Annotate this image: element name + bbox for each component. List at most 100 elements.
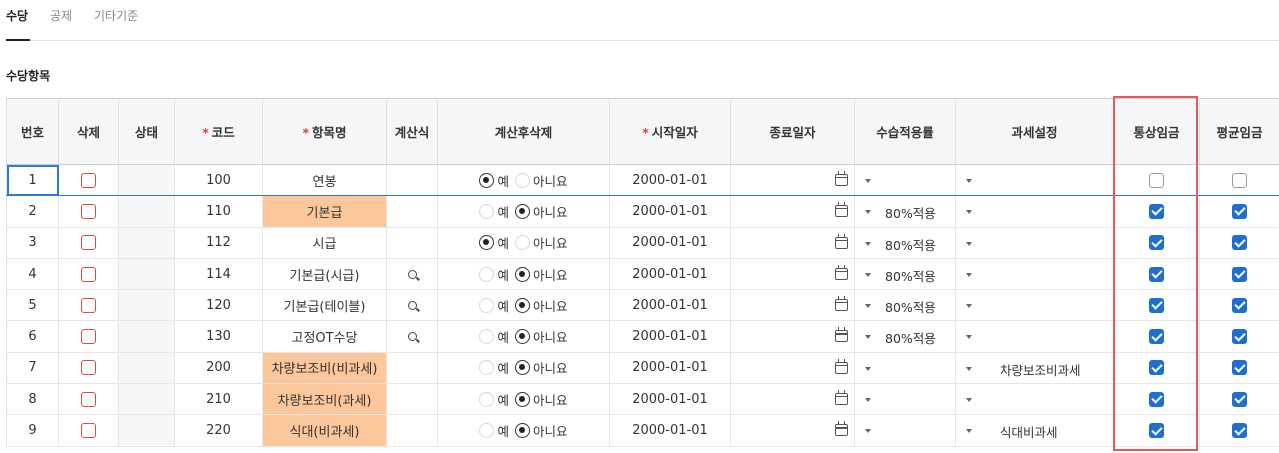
trainee-rate-dropdown[interactable]: 80%적용 <box>854 195 956 228</box>
item-name-cell[interactable]: 연봉 <box>262 164 387 197</box>
radio-yes-button[interactable] <box>479 203 495 219</box>
table-row[interactable]: 7 200 차량보조비(비과세) 예 아니요 2000-01-01 차량보조비과세 <box>6 352 1279 385</box>
code-cell[interactable]: 200 <box>174 352 263 385</box>
end-date-cell[interactable] <box>730 164 855 197</box>
ordinary-wage-checkbox[interactable] <box>1149 235 1164 251</box>
header-delete[interactable]: 삭제 <box>58 98 119 165</box>
radio-yes-button[interactable] <box>479 391 495 407</box>
radio-yes-button[interactable] <box>479 360 495 376</box>
code-cell[interactable]: 110 <box>174 195 263 228</box>
radio-no[interactable]: 아니요 <box>515 233 568 252</box>
end-date-cell[interactable] <box>730 195 855 228</box>
code-cell[interactable]: 114 <box>174 258 263 291</box>
ordinary-wage-checkbox[interactable] <box>1149 172 1164 188</box>
radio-no[interactable]: 아니요 <box>515 296 568 315</box>
calendar-icon[interactable] <box>835 202 848 218</box>
start-date-cell[interactable]: 2000-01-01 <box>609 289 731 322</box>
item-name-cell[interactable]: 차량보조비(비과세) <box>262 352 387 385</box>
code-cell[interactable]: 220 <box>174 414 263 447</box>
trainee-rate-dropdown[interactable] <box>854 383 956 416</box>
item-name-cell[interactable]: 기본급(시급) <box>262 258 387 291</box>
average-wage-checkbox[interactable] <box>1232 423 1247 439</box>
radio-no-button[interactable] <box>515 391 530 407</box>
tab-other-criteria[interactable]: 기타기준 <box>94 7 138 24</box>
item-name-cell[interactable]: 기본급(테이블) <box>262 289 387 322</box>
tax-setting-dropdown[interactable] <box>955 258 1114 291</box>
radio-yes-button[interactable] <box>479 235 495 251</box>
radio-no-button[interactable] <box>515 266 530 282</box>
tax-setting-dropdown[interactable] <box>955 289 1114 322</box>
tax-setting-dropdown[interactable]: 식대비과세 <box>955 414 1114 447</box>
header-item-name[interactable]: * 항목명 <box>262 98 387 165</box>
start-date-cell[interactable]: 2000-01-01 <box>609 383 731 416</box>
table-row[interactable]: 5 120 기본급(테이블) 예 아니요 2000-01-01 80%적용 <box>6 289 1279 322</box>
delete-checkbox[interactable] <box>81 391 96 407</box>
radio-yes-button[interactable] <box>479 329 495 345</box>
header-formula[interactable]: 계산식 <box>386 98 438 165</box>
header-end-date[interactable]: 종료일자 <box>730 98 855 165</box>
radio-yes-button[interactable] <box>479 172 495 188</box>
start-date-cell[interactable]: 2000-01-01 <box>609 352 731 385</box>
table-row[interactable]: 4 114 기본급(시급) 예 아니요 2000-01-01 80%적용 <box>6 258 1279 291</box>
average-wage-checkbox[interactable] <box>1232 266 1247 282</box>
code-cell[interactable]: 120 <box>174 289 263 322</box>
search-icon[interactable] <box>407 269 417 279</box>
ordinary-wage-checkbox[interactable] <box>1149 266 1164 282</box>
calendar-icon[interactable] <box>835 390 848 406</box>
code-cell[interactable]: 130 <box>174 320 263 353</box>
radio-yes[interactable]: 예 <box>479 202 509 221</box>
tax-setting-dropdown[interactable] <box>955 227 1114 259</box>
code-cell[interactable]: 100 <box>174 164 263 197</box>
code-cell[interactable]: 112 <box>174 227 263 259</box>
code-cell[interactable]: 210 <box>174 383 263 416</box>
average-wage-checkbox[interactable] <box>1232 172 1247 188</box>
end-date-cell[interactable] <box>730 227 855 259</box>
header-trainee-rate[interactable]: 수습적용률 <box>854 98 956 165</box>
radio-yes[interactable]: 예 <box>479 296 509 315</box>
end-date-cell[interactable] <box>730 352 855 385</box>
radio-no[interactable]: 아니요 <box>515 358 568 377</box>
table-row[interactable]: 1 100 연봉 예 아니요 2000-01-01 <box>6 164 1279 197</box>
trainee-rate-dropdown[interactable] <box>854 352 956 385</box>
start-date-cell[interactable]: 2000-01-01 <box>609 320 731 353</box>
delete-checkbox[interactable] <box>81 297 96 313</box>
calendar-icon[interactable] <box>835 421 848 437</box>
radio-yes[interactable]: 예 <box>479 265 509 284</box>
table-row[interactable]: 2 110 기본급 예 아니요 2000-01-01 80%적용 <box>6 195 1279 228</box>
calendar-icon[interactable] <box>835 171 848 186</box>
radio-yes[interactable]: 예 <box>479 390 509 409</box>
radio-no-button[interactable] <box>515 203 530 219</box>
item-name-cell[interactable]: 시급 <box>262 227 387 259</box>
radio-yes[interactable]: 예 <box>479 171 509 190</box>
calendar-icon[interactable] <box>835 296 848 312</box>
radio-yes-button[interactable] <box>479 266 495 282</box>
item-name-cell[interactable]: 고정OT수당 <box>262 320 387 353</box>
item-name-cell[interactable]: 기본급 <box>262 195 387 228</box>
tab-allowance[interactable]: 수당 <box>6 7 28 24</box>
search-icon[interactable] <box>407 300 417 310</box>
delete-checkbox[interactable] <box>81 203 96 219</box>
header-start-date[interactable]: * 시작일자 <box>609 98 731 165</box>
end-date-cell[interactable] <box>730 383 855 416</box>
radio-yes[interactable]: 예 <box>479 233 509 252</box>
radio-yes[interactable]: 예 <box>479 327 509 346</box>
radio-no-button[interactable] <box>515 423 530 439</box>
tax-setting-dropdown[interactable]: 차량보조비과세 <box>955 352 1114 385</box>
start-date-cell[interactable]: 2000-01-01 <box>609 227 731 259</box>
tax-setting-dropdown[interactable] <box>955 164 1114 197</box>
ordinary-wage-checkbox[interactable] <box>1149 391 1164 407</box>
end-date-cell[interactable] <box>730 320 855 353</box>
radio-no-button[interactable] <box>515 297 530 313</box>
delete-checkbox[interactable] <box>81 235 96 251</box>
delete-checkbox[interactable] <box>81 360 96 376</box>
radio-yes[interactable]: 예 <box>479 358 509 377</box>
header-status[interactable]: 상태 <box>118 98 175 165</box>
trainee-rate-dropdown[interactable]: 80%적용 <box>854 258 956 291</box>
radio-no[interactable]: 아니요 <box>515 171 568 190</box>
radio-yes[interactable]: 예 <box>479 421 509 440</box>
average-wage-checkbox[interactable] <box>1232 297 1247 313</box>
tax-setting-dropdown[interactable] <box>955 320 1114 353</box>
trainee-rate-dropdown[interactable] <box>854 414 956 447</box>
average-wage-checkbox[interactable] <box>1232 203 1247 219</box>
end-date-cell[interactable] <box>730 289 855 322</box>
